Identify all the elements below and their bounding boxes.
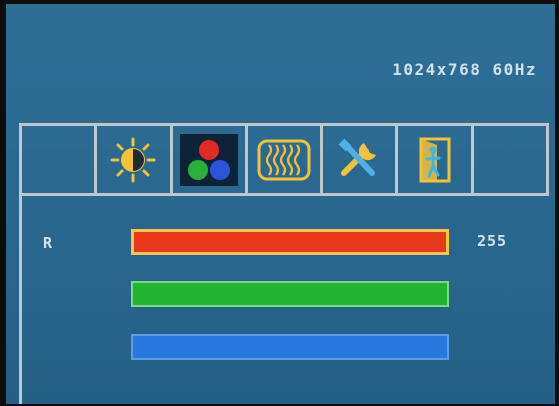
tab-tools[interactable] xyxy=(323,126,399,193)
tab-empty-left xyxy=(22,126,98,193)
tab-color[interactable] xyxy=(173,126,248,193)
red-level-value: 255 xyxy=(477,232,508,250)
tab-brightness[interactable] xyxy=(97,126,173,193)
exit-icon xyxy=(406,134,464,186)
tab-empty-right xyxy=(474,126,546,193)
tab-image-setup[interactable] xyxy=(248,126,324,193)
color-icon xyxy=(179,133,238,186)
red-level-fill xyxy=(134,232,446,252)
green-level-fill xyxy=(133,283,447,305)
blue-level-bar[interactable] xyxy=(131,334,449,360)
red-channel-label: R xyxy=(43,234,53,252)
red-level-bar[interactable] xyxy=(131,229,449,255)
image-setup-icon xyxy=(255,134,313,186)
tab-exit[interactable] xyxy=(398,126,474,193)
tools-icon xyxy=(330,134,388,186)
brightness-icon xyxy=(104,134,162,186)
osd-tab-bar xyxy=(19,123,549,193)
resolution-readout: 1024x768 60Hz xyxy=(392,60,537,79)
blue-level-fill xyxy=(133,336,447,358)
green-level-bar[interactable] xyxy=(131,281,449,307)
